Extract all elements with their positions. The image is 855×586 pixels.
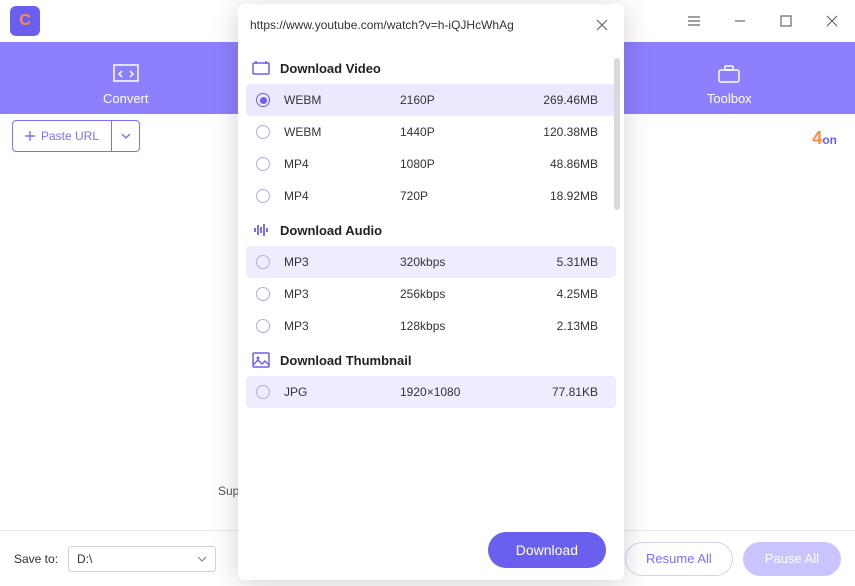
app-logo: C <box>10 6 40 36</box>
option-size: 269.46MB <box>510 93 606 107</box>
close-button[interactable] <box>809 0 855 42</box>
option-quality: 2160P <box>400 93 510 107</box>
option-format: WEBM <box>284 93 400 107</box>
tab-toolbox-label: Toolbox <box>707 91 752 106</box>
option-quality: 720P <box>400 189 510 203</box>
close-icon <box>596 19 608 31</box>
section-audio-header: Download Audio <box>246 212 616 246</box>
audio-icon <box>252 222 270 238</box>
convert-icon <box>112 63 140 85</box>
section-video-title: Download Video <box>280 61 381 76</box>
download-button[interactable]: Download <box>488 532 606 568</box>
radio-icon <box>256 189 270 203</box>
menu-icon[interactable] <box>671 0 717 42</box>
option-size: 2.13MB <box>510 319 606 333</box>
option-format: MP4 <box>284 189 400 203</box>
option-quality: 1080P <box>400 157 510 171</box>
paste-url-label: Paste URL <box>41 129 99 143</box>
modal-close-button[interactable] <box>592 15 612 35</box>
option-size: 4.25MB <box>510 287 606 301</box>
brand-mark: 4on <box>812 128 837 149</box>
option-size: 120.38MB <box>510 125 606 139</box>
option-size: 18.92MB <box>510 189 606 203</box>
download-options-modal: https://www.youtube.com/watch?v=h-iQJHcW… <box>238 4 624 580</box>
modal-header: https://www.youtube.com/watch?v=h-iQJHcW… <box>238 4 624 46</box>
option-size: 48.86MB <box>510 157 606 171</box>
resume-all-button[interactable]: Resume All <box>625 542 733 576</box>
option-quality: 256kbps <box>400 287 510 301</box>
image-icon <box>252 352 270 368</box>
option-format: MP4 <box>284 157 400 171</box>
video-option-row[interactable]: MP41080P48.86MB <box>246 148 616 180</box>
option-format: MP3 <box>284 255 400 269</box>
radio-icon <box>256 287 270 301</box>
radio-icon <box>256 157 270 171</box>
radio-icon <box>256 319 270 333</box>
audio-option-row[interactable]: MP3320kbps5.31MB <box>246 246 616 278</box>
url-text: https://www.youtube.com/watch?v=h-iQJHcW… <box>250 18 584 32</box>
minimize-button[interactable] <box>717 0 763 42</box>
section-audio-title: Download Audio <box>280 223 382 238</box>
toolbox-icon <box>715 63 743 85</box>
radio-icon <box>256 93 270 107</box>
audio-option-row[interactable]: MP3256kbps4.25MB <box>246 278 616 310</box>
paste-url-button[interactable]: Paste URL <box>12 120 112 152</box>
radio-icon <box>256 255 270 269</box>
audio-option-row[interactable]: MP3128kbps2.13MB <box>246 310 616 342</box>
save-to-value: D:\ <box>77 552 92 566</box>
pause-all-button[interactable]: Pause All <box>743 542 841 576</box>
save-to-label: Save to: <box>14 552 58 566</box>
radio-icon <box>256 385 270 399</box>
section-thumbnail-title: Download Thumbnail <box>280 353 411 368</box>
chevron-down-icon <box>197 556 207 562</box>
video-option-row[interactable]: WEBM2160P269.46MB <box>246 84 616 116</box>
tab-convert[interactable]: Convert <box>0 63 251 106</box>
maximize-button[interactable] <box>763 0 809 42</box>
option-format: MP3 <box>284 287 400 301</box>
video-option-row[interactable]: MP4720P18.92MB <box>246 180 616 212</box>
section-thumbnail-header: Download Thumbnail <box>246 342 616 376</box>
option-quality: 128kbps <box>400 319 510 333</box>
scrollbar[interactable] <box>614 58 620 210</box>
option-quality: 320kbps <box>400 255 510 269</box>
section-video-header: Download Video <box>246 50 616 84</box>
option-format: JPG <box>284 385 400 399</box>
modal-body: Download Video WEBM2160P269.46MBWEBM1440… <box>238 46 624 520</box>
save-to-select[interactable]: D:\ <box>68 546 216 572</box>
video-option-row[interactable]: WEBM1440P120.38MB <box>246 116 616 148</box>
tab-convert-label: Convert <box>103 91 149 106</box>
window-controls <box>671 0 855 42</box>
option-format: WEBM <box>284 125 400 139</box>
tab-toolbox[interactable]: Toolbox <box>604 63 855 106</box>
option-format: MP3 <box>284 319 400 333</box>
paste-url-dropdown[interactable] <box>112 120 140 152</box>
radio-icon <box>256 125 270 139</box>
option-quality: 1440P <box>400 125 510 139</box>
option-size: 5.31MB <box>510 255 606 269</box>
option-size: 77.81KB <box>510 385 606 399</box>
option-quality: 1920×1080 <box>400 385 510 399</box>
plus-icon <box>25 131 35 141</box>
thumb-option-row[interactable]: JPG1920×108077.81KB <box>246 376 616 408</box>
chevron-down-icon <box>121 133 131 139</box>
video-icon <box>252 60 270 76</box>
modal-footer: Download <box>238 520 624 580</box>
